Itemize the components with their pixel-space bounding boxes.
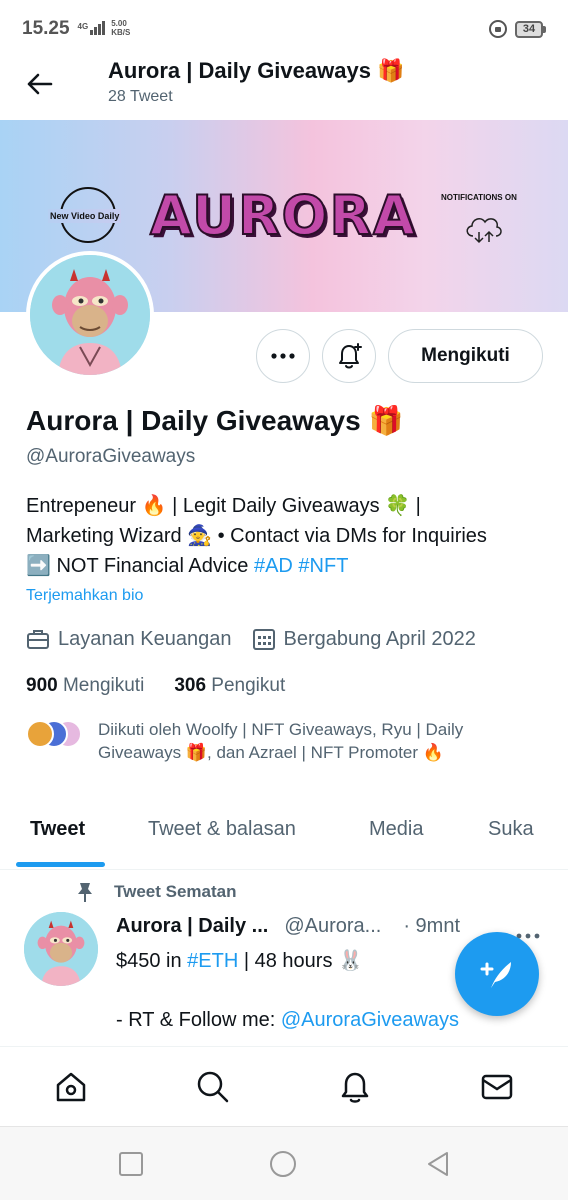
banner-left-text: New Video Daily bbox=[48, 209, 122, 223]
ape-avatar-icon bbox=[24, 912, 98, 986]
follower-avatars bbox=[26, 720, 86, 750]
search-icon bbox=[197, 1071, 229, 1103]
profile-name: Aurora | Daily Giveaways 🎁 bbox=[26, 405, 404, 436]
bell-icon bbox=[341, 1072, 369, 1103]
recent-apps-icon[interactable] bbox=[116, 1149, 146, 1179]
mail-icon bbox=[481, 1074, 513, 1100]
briefcase-icon bbox=[27, 630, 49, 649]
network-indicator: 4G 5.00 KB/S bbox=[78, 19, 131, 39]
tweet-time: · 9mnt bbox=[403, 915, 461, 937]
network-speed: 5.00 KB/S bbox=[111, 19, 131, 37]
back-button[interactable] bbox=[22, 66, 58, 102]
battery-icon: 34 bbox=[515, 20, 546, 38]
profile-tabs: Tweet Tweet & balasan Media Suka bbox=[0, 798, 568, 870]
active-tab-indicator bbox=[16, 862, 105, 867]
tweet-header: Aurora | Daily ... @Aurora... · 9mnt bbox=[116, 915, 460, 938]
tab-media[interactable]: Media bbox=[369, 818, 423, 841]
joined-label: Bergabung April 2022 bbox=[283, 627, 476, 650]
profile-header: Aurora | Daily Giveaways 🎁 28 Tweet bbox=[0, 58, 568, 120]
cloud-download-icon bbox=[466, 218, 502, 244]
tab-likes[interactable]: Suka bbox=[488, 818, 534, 841]
battery-level: 34 bbox=[515, 20, 543, 38]
ape-avatar-icon bbox=[30, 255, 150, 375]
hashtag-link[interactable]: #AD bbox=[254, 555, 293, 577]
nav-notifications-button[interactable] bbox=[337, 1069, 373, 1105]
profile-avatar[interactable] bbox=[26, 251, 154, 379]
arrow-left-icon bbox=[27, 73, 53, 95]
tweet-avatar[interactable] bbox=[24, 912, 98, 986]
translate-bio-link[interactable]: Terjemahkan bio bbox=[26, 587, 143, 605]
more-dots-icon bbox=[271, 353, 295, 359]
tweet-author-name[interactable]: Aurora | Daily ... bbox=[116, 915, 268, 938]
more-options-button[interactable] bbox=[256, 329, 310, 383]
joined-item: Bergabung April 2022 bbox=[252, 627, 476, 651]
hashtag-link[interactable]: #ETH bbox=[187, 950, 238, 972]
follow-stats: 900 Mengikuti 306 Pengikut bbox=[26, 675, 285, 697]
home-icon bbox=[56, 1072, 86, 1102]
status-bar: 15.25 4G 5.00 KB/S 34 bbox=[0, 0, 568, 58]
tweet-count: 28 Tweet bbox=[108, 88, 173, 105]
network-type: 4G bbox=[77, 22, 89, 31]
following-button[interactable]: Mengikuti bbox=[388, 329, 543, 383]
nav-search-button[interactable] bbox=[195, 1069, 231, 1105]
category-label: Layanan Keuangan bbox=[58, 627, 232, 650]
nav-messages-button[interactable] bbox=[479, 1069, 515, 1105]
calendar-icon bbox=[252, 629, 275, 650]
pinned-label: Tweet Sematan bbox=[76, 881, 237, 903]
mention-link[interactable]: @AuroraGiveaways bbox=[281, 1009, 459, 1031]
home-circle-icon[interactable] bbox=[268, 1149, 298, 1179]
signal-icon bbox=[90, 21, 106, 35]
nav-home-button[interactable] bbox=[53, 1069, 89, 1105]
feather-plus-icon bbox=[480, 962, 511, 988]
pin-icon bbox=[78, 883, 92, 902]
notification-bell-button[interactable] bbox=[322, 329, 376, 383]
back-triangle-icon[interactable] bbox=[423, 1149, 453, 1179]
profile-handle: @AuroraGiveaways bbox=[26, 446, 196, 467]
category-item: Layanan Keuangan bbox=[26, 628, 232, 651]
rotation-lock-icon bbox=[489, 20, 507, 38]
followed-by-row[interactable]: Diikuti oleh Woolfy | NFT Giveaways, Ryu… bbox=[26, 718, 528, 764]
followers-stat[interactable]: 306 Pengikut bbox=[174, 675, 285, 697]
bio-line: Entrepeneur 🔥 | Legit Daily Giveaways 🍀 … bbox=[26, 495, 421, 517]
system-navigation bbox=[0, 1126, 568, 1200]
following-stat[interactable]: 900 Mengikuti bbox=[26, 675, 144, 697]
profile-bio: Entrepeneur 🔥 | Legit Daily Giveaways 🍀 … bbox=[26, 491, 556, 581]
followed-by-text: Diikuti oleh Woolfy | NFT Giveaways, Ryu… bbox=[98, 720, 464, 762]
bottom-navigation bbox=[0, 1046, 568, 1126]
tweet-text: - RT & Follow me: @AuroraGiveaways bbox=[116, 1009, 460, 1031]
tweet-author-handle: @Aurora... bbox=[284, 915, 382, 937]
follower-avatar bbox=[26, 720, 54, 748]
compose-tweet-button[interactable] bbox=[455, 932, 539, 1016]
bio-line: Marketing Wizard 🧙 • Contact via DMs for… bbox=[26, 525, 487, 547]
header-title: Aurora | Daily Giveaways 🎁 bbox=[108, 58, 405, 83]
banner-right-text: NOTIFICATIONS ON bbox=[441, 193, 517, 202]
bell-plus-icon bbox=[339, 343, 362, 369]
tab-tweet[interactable]: Tweet bbox=[30, 818, 85, 841]
bio-line: ➡️ NOT Financial Advice #AD #NFT bbox=[26, 555, 349, 577]
tweet-text: $450 in #ETH | 48 hours 🐰 bbox=[116, 950, 363, 972]
banner-logo: AURORA bbox=[149, 183, 417, 248]
status-time: 15.25 bbox=[22, 18, 70, 39]
hashtag-link[interactable]: #NFT bbox=[298, 555, 348, 577]
profile-meta: Layanan Keuangan Bergabung April 2022 bbox=[26, 627, 476, 651]
tab-tweet-replies[interactable]: Tweet & balasan bbox=[148, 818, 296, 841]
